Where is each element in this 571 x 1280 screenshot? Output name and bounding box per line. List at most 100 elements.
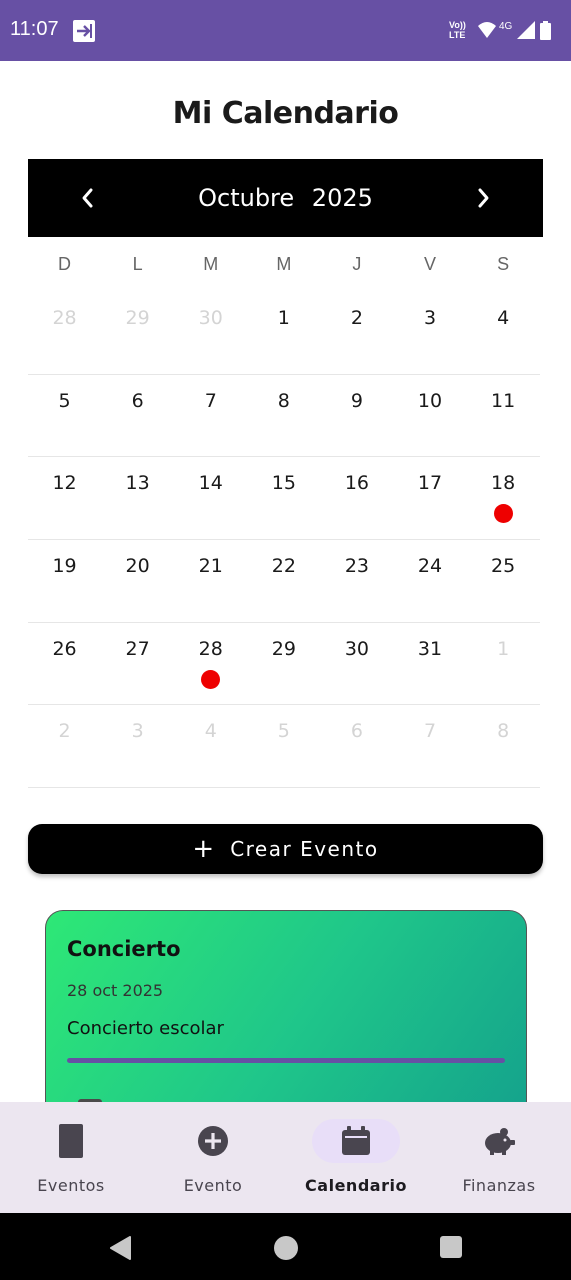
calendar-day-outside-month[interactable]: 4	[174, 705, 247, 787]
calendar-day[interactable]: 13	[101, 457, 174, 539]
calendar-day-outside-month[interactable]: 1	[467, 623, 540, 705]
day-number: 15	[271, 472, 296, 495]
calendar-day[interactable]: 16	[320, 457, 393, 539]
calendar-day-outside-month[interactable]: 7	[393, 705, 466, 787]
nav-item-evento[interactable]: Evento	[142, 1102, 284, 1213]
calendar-day[interactable]: 8	[247, 375, 320, 457]
day-number: 3	[423, 307, 437, 329]
event-title: Concierto	[67, 937, 181, 961]
day-number: 28	[52, 307, 77, 329]
piggy-bank-icon	[455, 1119, 543, 1163]
nav-label: Finanzas	[462, 1176, 536, 1195]
nav-label: Eventos	[37, 1176, 105, 1195]
calendar-day[interactable]: 11	[467, 375, 540, 457]
day-number: 8	[277, 389, 290, 412]
calendar-day[interactable]: 18	[467, 457, 540, 539]
calendar-day[interactable]: 29	[247, 623, 320, 705]
volte-icon: Vo)) LTE	[449, 20, 466, 40]
calendar-week-row: 5 6 7 8 9 10 11	[28, 375, 540, 458]
weekday-label: D	[58, 254, 72, 274]
weekday-row: D L M M J V S	[28, 254, 540, 278]
day-number: 29	[271, 637, 296, 660]
day-number: 16	[344, 472, 370, 495]
calendar-day[interactable]: 10	[393, 375, 466, 457]
day-number: 6	[350, 720, 363, 743]
year-label: 2025	[311, 184, 373, 212]
nav-label: Calendario	[305, 1176, 407, 1195]
book-icon	[27, 1119, 115, 1163]
day-number: 28	[198, 637, 223, 660]
calendar-day-outside-month[interactable]: 8	[467, 705, 540, 787]
nav-item-calendario[interactable]: Calendario	[285, 1102, 427, 1213]
day-number: 5	[277, 720, 290, 743]
event-date: 28 oct 2025	[67, 981, 164, 1000]
calendar-day[interactable]: 31	[393, 623, 466, 705]
status-bar: 11:07 Vo)) LTE 4G	[0, 0, 571, 61]
day-number: 18	[491, 472, 516, 495]
recents-button[interactable]	[439, 1235, 463, 1263]
back-button[interactable]	[108, 1235, 134, 1265]
calendar-day[interactable]: 21	[174, 540, 247, 622]
day-number: 31	[417, 637, 443, 660]
volte-label: Vo))	[449, 20, 466, 30]
home-button[interactable]	[273, 1235, 299, 1265]
event-dot-indicator	[201, 669, 221, 689]
calendar-day-outside-month[interactable]: 3	[101, 705, 174, 787]
event-description: Concierto escolar	[67, 1018, 224, 1039]
home-circle-icon	[274, 1236, 298, 1260]
day-number: 9	[350, 389, 363, 412]
calendar-day-outside-month[interactable]: 28	[28, 292, 101, 374]
day-number: 21	[198, 555, 223, 578]
calendar-day[interactable]: 22	[247, 540, 320, 622]
day-number: 29	[125, 307, 150, 329]
calendar-day[interactable]: 4	[467, 292, 540, 374]
calendar-day[interactable]: 3	[393, 292, 466, 374]
day-number: 10	[417, 389, 443, 412]
day-number: 7	[204, 389, 217, 412]
calendar-day[interactable]: 17	[393, 457, 466, 539]
day-number: 20	[125, 555, 150, 578]
day-number: 14	[198, 472, 223, 495]
calendar-day[interactable]: 28	[174, 623, 247, 705]
calendar-day-outside-month[interactable]: 30	[174, 292, 247, 374]
back-triangle-icon	[110, 1236, 131, 1260]
chevron-right-icon	[478, 188, 489, 208]
day-number: 27	[125, 637, 150, 660]
create-event-button[interactable]: + Crear Evento	[28, 824, 543, 874]
calendar-week-row: 12 13 14 15 16 17 18	[28, 457, 540, 541]
day-number: 13	[125, 472, 150, 495]
calendar-day[interactable]: 15	[247, 457, 320, 539]
calendar-day[interactable]: 2	[320, 292, 393, 374]
day-number: 2	[58, 720, 71, 743]
next-month-button[interactable]	[453, 159, 513, 237]
month-label: Octubre	[198, 184, 295, 212]
calendar-day-outside-month[interactable]: 5	[247, 705, 320, 787]
calendar-day[interactable]: 7	[174, 375, 247, 457]
calendar-day[interactable]: 26	[28, 623, 101, 705]
calendar-day[interactable]: 20	[101, 540, 174, 622]
calendar-day[interactable]: 25	[467, 540, 540, 622]
nav-item-finanzas[interactable]: Finanzas	[428, 1102, 570, 1213]
calendar-grid: 28 29 30 1 2 3 4 5 6 7 8 9 10 11 12 13 14 15 16 17 18 19 20 21 2…	[28, 292, 540, 789]
network-type-label: 4G	[499, 21, 513, 32]
calendar-day[interactable]: 12	[28, 457, 101, 539]
calendar-day[interactable]: 9	[320, 375, 393, 457]
calendar-day[interactable]: 6	[101, 375, 174, 457]
day-number: 2	[350, 307, 363, 329]
weekday-label: V	[424, 254, 437, 274]
calendar-day[interactable]: 19	[28, 540, 101, 622]
day-number: 1	[497, 637, 510, 660]
calendar-day[interactable]: 27	[101, 623, 174, 705]
calendar-day-outside-month[interactable]: 6	[320, 705, 393, 787]
calendar-day[interactable]: 23	[320, 540, 393, 622]
calendar-day[interactable]: 24	[393, 540, 466, 622]
calendar-day[interactable]: 14	[174, 457, 247, 539]
calendar-day[interactable]: 5	[28, 375, 101, 457]
calendar-week-row: 26 27 28 29 30 31 1	[28, 623, 540, 706]
calendar-day[interactable]: 1	[247, 292, 320, 374]
create-event-label: Crear Evento	[230, 837, 379, 861]
calendar-day[interactable]: 30	[320, 623, 393, 705]
calendar-day-outside-month[interactable]: 2	[28, 705, 101, 787]
calendar-day-outside-month[interactable]: 29	[101, 292, 174, 374]
nav-item-eventos[interactable]: Eventos	[0, 1102, 142, 1213]
